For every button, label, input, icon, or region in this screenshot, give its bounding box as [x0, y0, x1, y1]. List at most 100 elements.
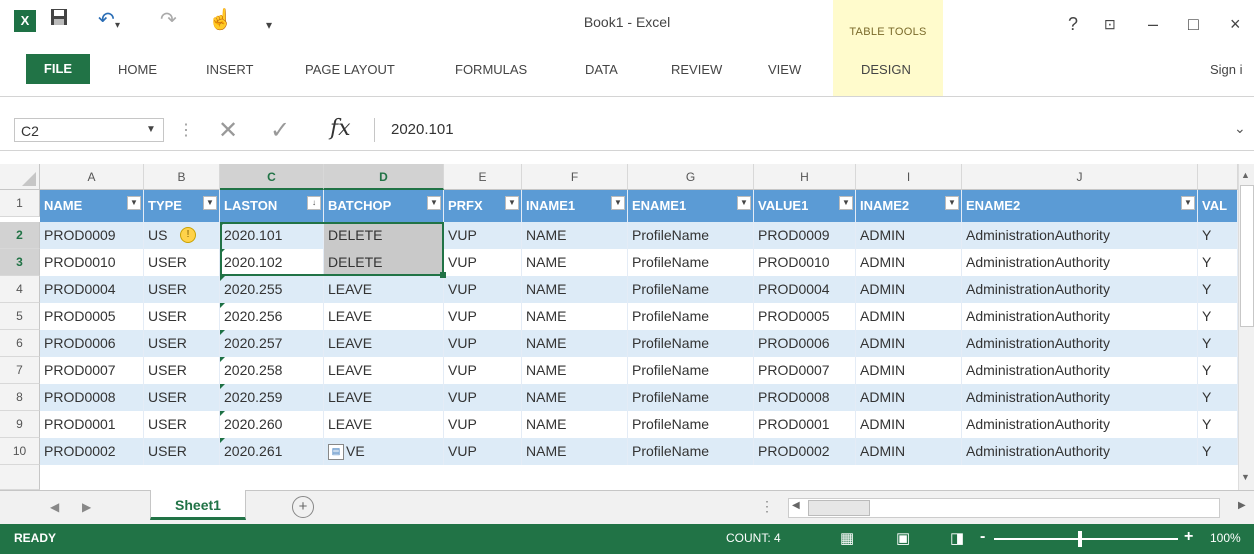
table-cell[interactable]: ▤ VE — [324, 438, 444, 465]
table-cell[interactable]: ProfileName — [628, 303, 754, 330]
row-header[interactable]: 3 — [0, 249, 40, 276]
table-header-val[interactable]: VAL — [1198, 190, 1238, 222]
zoom-slider-thumb[interactable] — [1078, 531, 1082, 547]
table-cell[interactable]: LEAVE — [324, 411, 444, 438]
table-cell[interactable]: VUP — [444, 438, 522, 465]
horizontal-scroll-thumb[interactable] — [808, 500, 870, 516]
expand-formula-bar-icon[interactable]: ⌄ — [1234, 120, 1246, 137]
row-header[interactable]: 2 — [0, 222, 40, 249]
row-header[interactable]: 5 — [0, 303, 40, 330]
table-cell[interactable]: VUP — [444, 384, 522, 411]
table-cell[interactable]: VUP — [444, 303, 522, 330]
column-header-d[interactable]: D — [324, 164, 444, 190]
table-cell[interactable]: AdministrationAuthority — [962, 303, 1198, 330]
row-header[interactable]: 1 — [0, 190, 40, 217]
table-cell[interactable]: 2020.101 — [220, 222, 324, 249]
table-cell[interactable]: ProfileName — [628, 276, 754, 303]
table-cell[interactable]: AdministrationAuthority — [962, 330, 1198, 357]
table-header-ename1[interactable]: ENAME1 ▼ — [628, 190, 754, 222]
table-cell[interactable]: PROD0004 — [40, 276, 144, 303]
table-cell[interactable]: NAME — [522, 276, 628, 303]
table-cell[interactable]: VUP — [444, 411, 522, 438]
column-header-b[interactable]: B — [144, 164, 220, 190]
fill-handle[interactable] — [440, 272, 446, 278]
table-cell[interactable]: PROD0008 — [40, 384, 144, 411]
tab-view[interactable]: VIEW — [768, 62, 801, 77]
table-cell[interactable]: LEAVE — [324, 276, 444, 303]
table-header-iname1[interactable]: INAME1 ▼ — [522, 190, 628, 222]
scroll-left-icon[interactable]: ◀ — [792, 500, 800, 511]
table-cell[interactable]: Y — [1198, 303, 1238, 330]
table-cell[interactable]: ProfileName — [628, 357, 754, 384]
column-header-c[interactable]: C — [220, 164, 324, 190]
tab-design[interactable]: DESIGN — [861, 62, 911, 77]
table-cell[interactable]: PROD0005 — [754, 303, 856, 330]
maximize-button[interactable]: □ — [1188, 14, 1199, 34]
help-button[interactable]: ? — [1068, 14, 1078, 34]
table-cell[interactable]: ADMIN — [856, 357, 962, 384]
ribbon-display-options-icon[interactable]: ⊡ — [1104, 14, 1116, 34]
column-header-j[interactable]: J — [962, 164, 1198, 190]
insert-function-icon[interactable]: fx — [330, 116, 351, 141]
table-cell[interactable]: 2020.259 — [220, 384, 324, 411]
table-cell[interactable]: ADMIN — [856, 330, 962, 357]
table-header-value1[interactable]: VALUE1 ▼ — [754, 190, 856, 222]
table-cell[interactable]: NAME — [522, 438, 628, 465]
table-cell[interactable]: AdministrationAuthority — [962, 411, 1198, 438]
table-cell[interactable]: Y — [1198, 330, 1238, 357]
table-cell[interactable]: AdministrationAuthority — [962, 249, 1198, 276]
table-cell[interactable]: PROD0009 — [40, 222, 144, 249]
formula-input[interactable]: 2020.101 — [374, 118, 1251, 142]
table-header-ename2[interactable]: ENAME2 ▼ — [962, 190, 1198, 222]
column-header-i[interactable]: I — [856, 164, 962, 190]
table-header-iname2[interactable]: INAME2 ▼ — [856, 190, 962, 222]
row-header[interactable]: 8 — [0, 384, 40, 411]
table-cell[interactable]: DELETE — [324, 222, 444, 249]
table-cell[interactable]: PROD0006 — [754, 330, 856, 357]
vertical-scroll-thumb[interactable] — [1240, 185, 1254, 327]
zoom-slider[interactable] — [994, 538, 1178, 540]
table-cell[interactable]: AdministrationAuthority — [962, 222, 1198, 249]
table-cell[interactable]: DELETE — [324, 249, 444, 276]
table-cell[interactable]: ADMIN — [856, 276, 962, 303]
table-cell[interactable]: Y — [1198, 411, 1238, 438]
table-cell[interactable]: ProfileName — [628, 222, 754, 249]
table-cell[interactable]: NAME — [522, 330, 628, 357]
normal-view-icon[interactable]: ▦ — [840, 529, 854, 547]
filter-dropdown-icon[interactable]: ▼ — [1181, 196, 1195, 210]
table-header-type[interactable]: TYPE ▼ — [144, 190, 220, 222]
table-cell[interactable]: 2020.102 — [220, 249, 324, 276]
table-header-batchop[interactable]: BATCHOP ▼ — [324, 190, 444, 222]
table-cell[interactable]: ProfileName — [628, 438, 754, 465]
filter-dropdown-icon[interactable]: ▼ — [505, 196, 519, 210]
tab-review[interactable]: REVIEW — [671, 62, 722, 77]
filter-dropdown-icon[interactable]: ▼ — [839, 196, 853, 210]
tab-page-layout[interactable]: PAGE LAYOUT — [305, 62, 395, 77]
table-cell[interactable]: Y — [1198, 384, 1238, 411]
table-cell[interactable]: PROD0001 — [40, 411, 144, 438]
table-cell[interactable]: PROD0001 — [754, 411, 856, 438]
table-cell[interactable]: USER — [144, 330, 220, 357]
filter-dropdown-icon[interactable]: ▼ — [127, 196, 141, 210]
table-cell[interactable]: NAME — [522, 384, 628, 411]
filter-dropdown-icon[interactable]: ▼ — [611, 196, 625, 210]
filter-dropdown-icon[interactable]: ▼ — [945, 196, 959, 210]
page-break-view-icon[interactable]: ◨ — [950, 529, 964, 547]
warning-icon[interactable]: ! — [180, 227, 196, 243]
table-cell[interactable]: ADMIN — [856, 222, 962, 249]
table-cell[interactable]: PROD0002 — [40, 438, 144, 465]
row-header[interactable]: 10 — [0, 438, 40, 465]
table-cell[interactable]: LEAVE — [324, 384, 444, 411]
scroll-up-icon[interactable]: ▲ — [1241, 170, 1250, 180]
table-cell[interactable]: 2020.258 — [220, 357, 324, 384]
table-cell[interactable]: ProfileName — [628, 330, 754, 357]
table-cell[interactable]: VUP — [444, 249, 522, 276]
table-cell[interactable]: NAME — [522, 357, 628, 384]
table-cell[interactable]: 2020.260 — [220, 411, 324, 438]
cancel-icon[interactable]: ✕ — [218, 116, 238, 145]
column-header-h[interactable]: H — [754, 164, 856, 190]
enter-check-icon[interactable]: ✓ — [270, 116, 290, 145]
quick-analysis-icon[interactable]: ▤ — [328, 444, 344, 461]
table-cell[interactable]: VUP — [444, 330, 522, 357]
row-header[interactable]: 9 — [0, 411, 40, 438]
